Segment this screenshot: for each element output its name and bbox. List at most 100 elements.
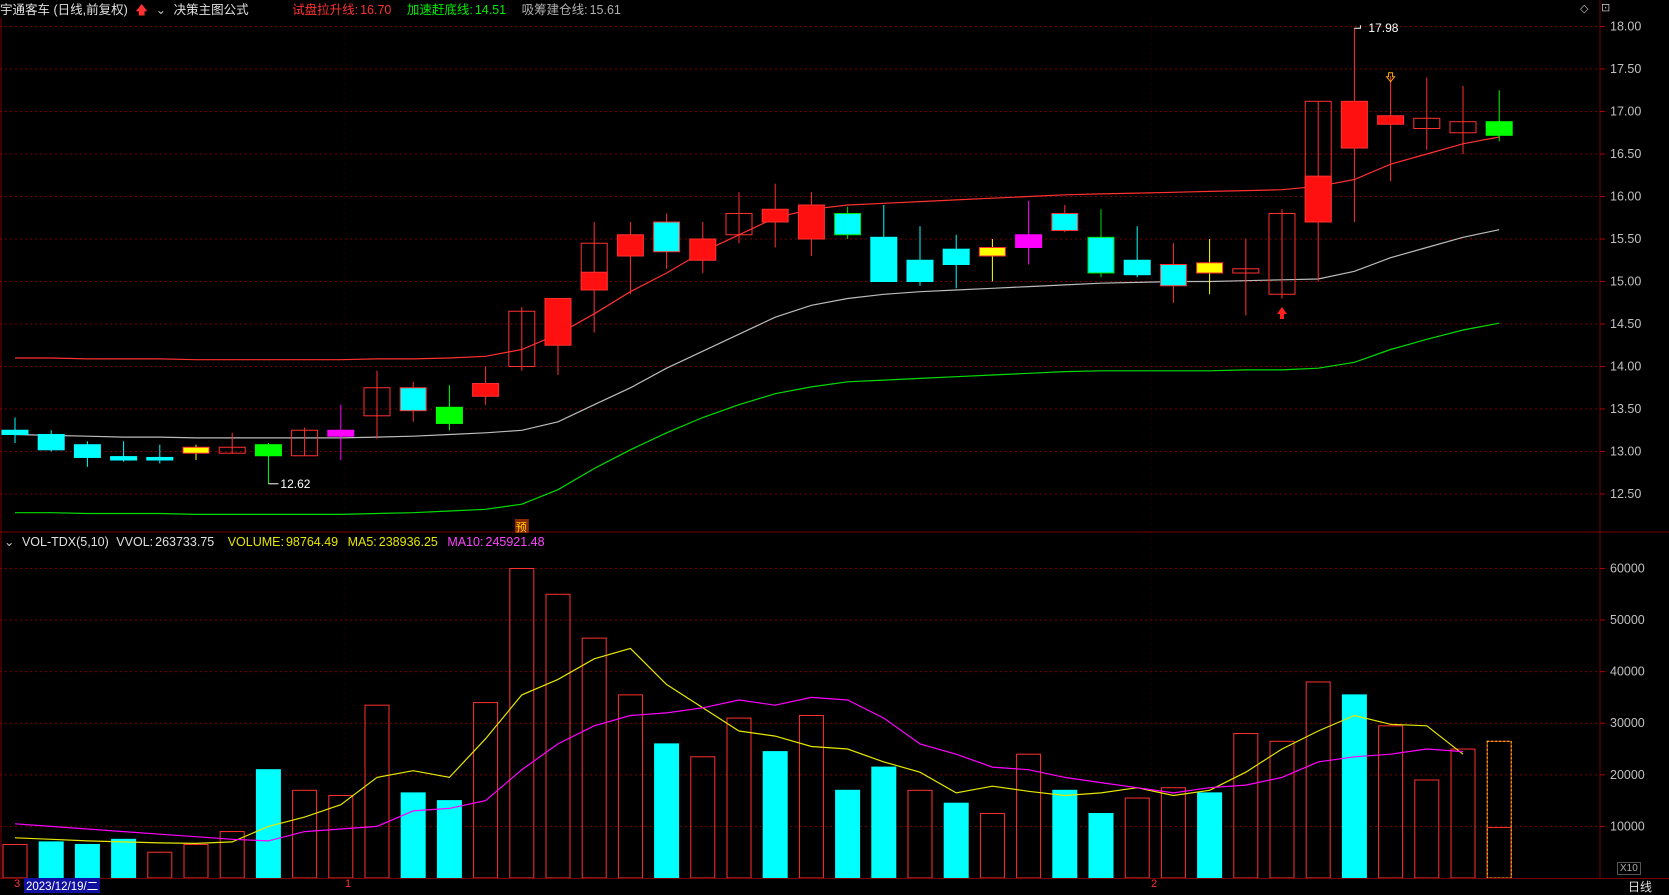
candle-body: [399, 387, 427, 412]
volume-label: VOLUME:: [227, 535, 284, 549]
month-2-label: 2: [1151, 878, 1158, 890]
chevron-down-icon[interactable]: ⌄: [156, 3, 166, 17]
vvol-label: VVOL:: [116, 535, 154, 549]
candle-body: [110, 456, 138, 461]
volume-bar: [38, 841, 64, 879]
candle-body: [906, 259, 934, 282]
volume-bar: [1088, 813, 1114, 879]
price-header: 宇通客车 (日线,前复权) 🡅 ⌄ 决策主图公式 试盘拉升线: 16.70 加速赶…: [0, 0, 1669, 20]
candle-body: [942, 248, 970, 265]
white-indicator-line: [14, 229, 1500, 439]
volume-tick-label: 30000: [1610, 716, 1645, 730]
ind1-label: 试盘拉升线:: [292, 3, 359, 17]
low-label: 12.62: [280, 477, 310, 491]
volume-bar: [147, 851, 173, 879]
volume-bar: [1124, 797, 1150, 879]
ind2-value: 14.51: [474, 3, 507, 17]
volume-bar: [1305, 681, 1331, 879]
candle-body: [472, 383, 500, 397]
stock-chart[interactable]: 18.00 17.50 17.00 16.50 16.00 15.50 15.00 14.50…: [0, 0, 1669, 894]
volume-bar: [183, 843, 209, 879]
price-tick-label: 14.50: [1610, 317, 1641, 331]
period-label[interactable]: 日线: [1628, 878, 1652, 895]
candle-body: [978, 247, 1006, 257]
vol-indicator-name[interactable]: VOL-TDX(5,10): [22, 535, 109, 549]
volume-bar: [1450, 748, 1476, 879]
volume-tick-label: 10000: [1610, 819, 1645, 833]
volume-bar: [617, 694, 643, 879]
price-tick-label: 18.00: [1610, 20, 1641, 34]
candle-body: [797, 204, 825, 240]
price-tick-label: 17.50: [1610, 62, 1641, 76]
candle-body: [1015, 234, 1043, 248]
candle-body: [834, 213, 862, 236]
formula-name[interactable]: 决策主图公式: [174, 3, 249, 17]
candle-body-fill: [580, 271, 608, 291]
volume-bar: [1233, 733, 1259, 879]
price-tick-label: 13.50: [1610, 402, 1641, 416]
ma5-value: 238936.25: [378, 535, 438, 549]
volume-tick-label: 40000: [1610, 665, 1645, 679]
volume-tick-label: 20000: [1610, 768, 1645, 782]
volume-tick-label: 50000: [1610, 613, 1645, 627]
diamond-icon[interactable]: ◇: [1580, 2, 1588, 15]
ind3-label: 吸筹建仓线:: [521, 3, 588, 17]
volume-ma10-line: [14, 696, 1464, 842]
date-label[interactable]: 2023/12/19/二: [24, 878, 101, 893]
volume-bar: [1378, 725, 1404, 879]
annotations: 17.9812.62预: [268, 21, 1399, 534]
candle-body: [435, 406, 463, 424]
chevron-down-icon[interactable]: ⌄: [4, 535, 14, 549]
ind3-value: 15.61: [589, 3, 621, 17]
volume-bar: [1160, 787, 1186, 879]
candle-body: [616, 234, 644, 257]
candle-body: [544, 298, 572, 346]
volume-bar: [798, 715, 824, 879]
volume-axis: 60000 50000 40000 30000 20000 10000: [1600, 561, 1645, 833]
candle-body: [1123, 259, 1151, 276]
buy-arrow-icon: [1277, 307, 1287, 319]
green-indicator-line: [15, 322, 1500, 516]
volume-tick-label: 60000: [1610, 561, 1645, 575]
ma5-label: MA5:: [347, 535, 377, 549]
candle-body: [1485, 121, 1513, 136]
volume-bar: [1486, 740, 1512, 879]
volume-bar: [1197, 792, 1223, 879]
start-marker: 3: [14, 878, 21, 890]
volume-series: [2, 567, 1512, 879]
volume-bar: [1414, 779, 1440, 879]
volume-bar: [654, 743, 680, 879]
price-tick-label: 17.00: [1610, 105, 1641, 119]
volume-bar: [111, 838, 137, 879]
volume-bar: [1341, 694, 1367, 879]
candle-body: [182, 446, 210, 454]
volume-bar: [1052, 789, 1078, 879]
ma10-label: MA10:: [447, 535, 484, 549]
volume-bar: [581, 637, 607, 879]
month-1-label: 1: [345, 878, 352, 890]
volume-bar: [74, 843, 100, 879]
candle-body: [1, 429, 29, 435]
volume-bar-partial: [1486, 826, 1512, 879]
up-arrow-icon: 🡅: [135, 3, 149, 17]
restore-icon[interactable]: ⊡: [1601, 1, 1610, 14]
volume-bar: [2, 843, 28, 879]
price-tick-label: 16.00: [1610, 190, 1641, 204]
volume-bar: [907, 789, 933, 879]
volume-bar: [979, 813, 1005, 879]
x10-label: X10: [1617, 862, 1641, 875]
volume-bar: [762, 751, 788, 879]
volume-bar: [1269, 740, 1295, 879]
candle-body: [1051, 213, 1079, 231]
volume-value: 98764.49: [285, 535, 339, 549]
ind2-label: 加速赶底线:: [406, 3, 473, 17]
candlestick-series: [1, 28, 1513, 484]
vvol-value: 263733.75: [155, 535, 215, 549]
ma10-value: 245921.48: [485, 535, 545, 549]
candle-body: [146, 456, 174, 461]
candle-body-fill: [1304, 175, 1332, 223]
stock-title[interactable]: 宇通客车 (日线,前复权): [0, 3, 128, 17]
volume-bar: [364, 704, 390, 879]
candle-body: [254, 444, 282, 457]
candle-body: [870, 236, 898, 283]
